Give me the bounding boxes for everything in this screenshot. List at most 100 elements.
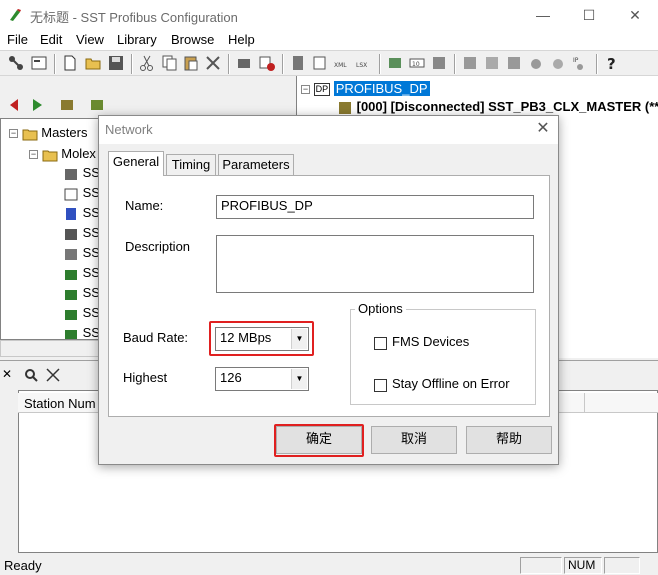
online-icon[interactable] (461, 54, 479, 72)
library-add-icon[interactable] (58, 96, 76, 114)
download-icon[interactable] (386, 54, 404, 72)
library-refresh-icon[interactable] (88, 96, 106, 114)
help-button[interactable]: 帮助 (466, 426, 552, 454)
collapse-icon[interactable]: − (29, 150, 38, 160)
highest-label: Highest (123, 370, 168, 385)
properties-icon[interactable] (30, 54, 48, 72)
menu-view[interactable]: View (76, 32, 104, 47)
tree-label-masters: Masters (41, 125, 88, 140)
app-icon (10, 9, 21, 21)
module-icon (65, 248, 77, 260)
open-folder-icon[interactable] (84, 54, 102, 72)
status-num: NUM (564, 557, 602, 574)
toolbar-separator (379, 54, 381, 74)
network-icon[interactable] (7, 54, 25, 72)
status-text: Ready (4, 558, 42, 573)
lsx-icon[interactable]: LSX (355, 54, 373, 72)
name-label: Name: (125, 198, 164, 213)
tab-timing[interactable]: Timing (166, 154, 216, 176)
menu-edit[interactable]: Edit (40, 32, 62, 47)
main-toolbar: XML LSX 10 IP ? (0, 50, 658, 76)
device-remove-icon[interactable] (258, 54, 276, 72)
collapse-icon[interactable]: − (9, 129, 18, 139)
cut-icon[interactable] (138, 54, 156, 72)
dp-icon: DP (313, 83, 331, 97)
master-device-icon (339, 101, 351, 114)
stay-offline-label: Stay Offline on Error (392, 376, 510, 391)
tree-node-molex[interactable]: − Molex (29, 146, 96, 166)
menu-file[interactable]: File (7, 32, 28, 47)
tree-node-masters[interactable]: − Masters (9, 125, 87, 145)
status-bar: Ready NUM (0, 555, 658, 575)
menu-library[interactable]: Library (117, 32, 157, 47)
xml-icon[interactable]: XML (333, 54, 351, 72)
network-root-label: PROFIBUS_DP (333, 81, 430, 96)
save-icon[interactable] (107, 54, 125, 72)
stay-offline-checkbox[interactable] (374, 379, 387, 392)
baud-rate-value: 12 MBps (220, 330, 272, 345)
description-field[interactable] (216, 235, 534, 293)
tree-node-profibus[interactable]: − DP PROFIBUS_DP (301, 81, 430, 97)
folder-icon (22, 129, 38, 141)
description-label: Description (125, 239, 191, 254)
maximize-button[interactable]: ☐ (566, 0, 612, 30)
pane-close-icon[interactable]: ✕ (2, 367, 12, 381)
highest-value: 126 (220, 370, 242, 385)
chevron-down-icon[interactable]: ▼ (291, 329, 307, 349)
collapse-icon[interactable]: − (301, 85, 310, 95)
column-station-num[interactable]: Station Num (24, 396, 96, 411)
tab-general[interactable]: General (108, 151, 164, 176)
minimize-button[interactable]: — (520, 0, 566, 30)
copy-icon[interactable] (160, 54, 178, 72)
global-control-icon[interactable] (527, 54, 545, 72)
module-icon[interactable] (289, 54, 307, 72)
module-icon (65, 269, 77, 280)
help-icon[interactable]: ? (603, 54, 621, 72)
toolbar-separator (454, 54, 456, 74)
baud-rate-label: Baud Rate: (123, 330, 189, 345)
dialog-close-icon[interactable]: ✕ (533, 120, 553, 140)
io-icon[interactable]: 10 (408, 54, 426, 72)
cancel-button[interactable]: 取消 (371, 426, 457, 454)
monitor-icon[interactable] (430, 54, 448, 72)
module-icon (65, 168, 77, 180)
module-icon (65, 309, 77, 320)
toolbar-separator (131, 54, 133, 74)
new-file-icon[interactable] (61, 54, 79, 72)
svg-text:?: ? (607, 55, 616, 72)
toolbar-separator (54, 54, 56, 74)
module-icon (65, 228, 77, 240)
station-icon[interactable] (549, 54, 567, 72)
chevron-down-icon[interactable]: ▼ (291, 369, 307, 389)
svg-text:IP: IP (573, 57, 579, 64)
toolbar-separator (596, 54, 598, 74)
find-station-icon[interactable] (22, 366, 40, 384)
close-button[interactable]: ✕ (612, 0, 658, 30)
general-tab-panel: Name: PROFIBUS_DP Description Baud Rate:… (108, 175, 550, 417)
column-divider[interactable] (584, 393, 585, 413)
highest-select[interactable]: 126 ▼ (215, 367, 309, 391)
offline-icon[interactable] (483, 54, 501, 72)
baud-rate-select[interactable]: 12 MBps ▼ (215, 327, 309, 351)
toolbar-separator (228, 54, 230, 74)
paste-icon[interactable] (182, 54, 200, 72)
tab-parameters[interactable]: Parameters (218, 154, 294, 176)
arrow-left-icon[interactable] (8, 96, 26, 114)
toolbar-separator (282, 54, 284, 74)
menu-bar: File Edit View Library Browse Help (0, 30, 658, 50)
name-field[interactable]: PROFIBUS_DP (216, 195, 534, 219)
diagnostics-icon[interactable] (505, 54, 523, 72)
tree-node-master[interactable]: [000] [Disconnected] SST_PB3_CLX_MASTER … (337, 99, 658, 115)
delete-icon[interactable] (204, 54, 222, 72)
module-icon (65, 289, 77, 300)
ok-button[interactable]: 确定 (276, 426, 362, 454)
menu-help[interactable]: Help (228, 32, 255, 47)
fms-devices-checkbox[interactable] (374, 337, 387, 350)
module-add-icon[interactable] (311, 54, 329, 72)
ip-icon[interactable]: IP (571, 54, 589, 72)
device-icon[interactable] (235, 54, 253, 72)
arrow-right-icon[interactable] (30, 96, 48, 114)
menu-browse[interactable]: Browse (171, 32, 214, 47)
title-bar: 无标题 - SST Profibus Configuration — ☐ ✕ (0, 0, 658, 30)
clear-station-icon[interactable] (44, 366, 62, 384)
